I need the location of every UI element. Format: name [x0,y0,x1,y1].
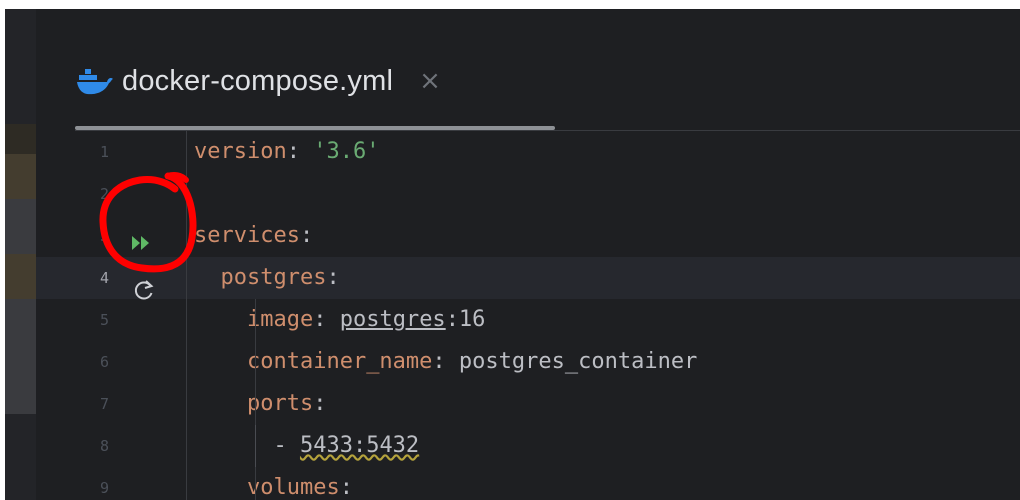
tab-title: docker-compose.yml [122,64,394,97]
strip-segment [5,299,36,414]
line-number: 2 [100,185,110,203]
strip-segment [5,254,36,299]
code-line-current: 4 postgres: [36,257,1020,299]
reload-icon[interactable] [132,278,156,302]
line-number: 1 [100,143,110,161]
strip-segment [5,199,36,254]
code-text: ports: [246,391,327,416]
line-number: 3 [100,227,110,245]
editor-tab-bar: docker-compose.yml × [36,9,1020,131]
docker-icon [77,69,113,95]
line-number: 4 [100,269,110,287]
code-line: 8 - 5433:5432 [36,425,1020,467]
code-text: version: '3.6' [194,139,380,164]
code-line: 9 volumes: [36,467,1020,500]
strip-segment [5,124,36,154]
ide-window: docker-compose.yml × 1 version: '3.6' 2 … [5,9,1020,500]
close-icon[interactable]: × [419,66,441,96]
code-text: services: [194,223,314,248]
code-line: 6 container_name: postgres_container [36,341,1020,383]
indent-guide [255,425,256,467]
indent-guide [255,299,256,500]
code-line: 5 image: postgres:16 [36,299,1020,341]
line-number: 7 [100,395,110,413]
left-tool-strip [5,9,36,500]
code-line: 3 services: [36,215,1020,257]
code-editor[interactable]: 1 version: '3.6' 2 3 services: 4 postgre… [36,131,1020,500]
gutter-divider [186,131,187,500]
tab-docker-compose[interactable]: docker-compose.yml × [76,59,441,103]
code-text: container_name: postgres_container [246,349,698,374]
code-text: postgres: [220,265,340,290]
code-text: - 5433:5432 [194,433,420,458]
line-number: 9 [100,479,110,497]
top-border [0,0,1020,9]
code-line: 7 ports: [36,383,1020,425]
line-number: 6 [100,353,110,371]
run-services-icon[interactable] [130,233,152,253]
strip-segment [5,154,36,199]
code-text: image: postgres:16 [246,307,486,332]
line-number: 8 [100,437,110,455]
code-text: volumes: [246,475,353,500]
line-number: 5 [100,311,110,329]
code-line: 2 [36,173,1020,215]
code-line: 1 version: '3.6' [36,131,1020,173]
